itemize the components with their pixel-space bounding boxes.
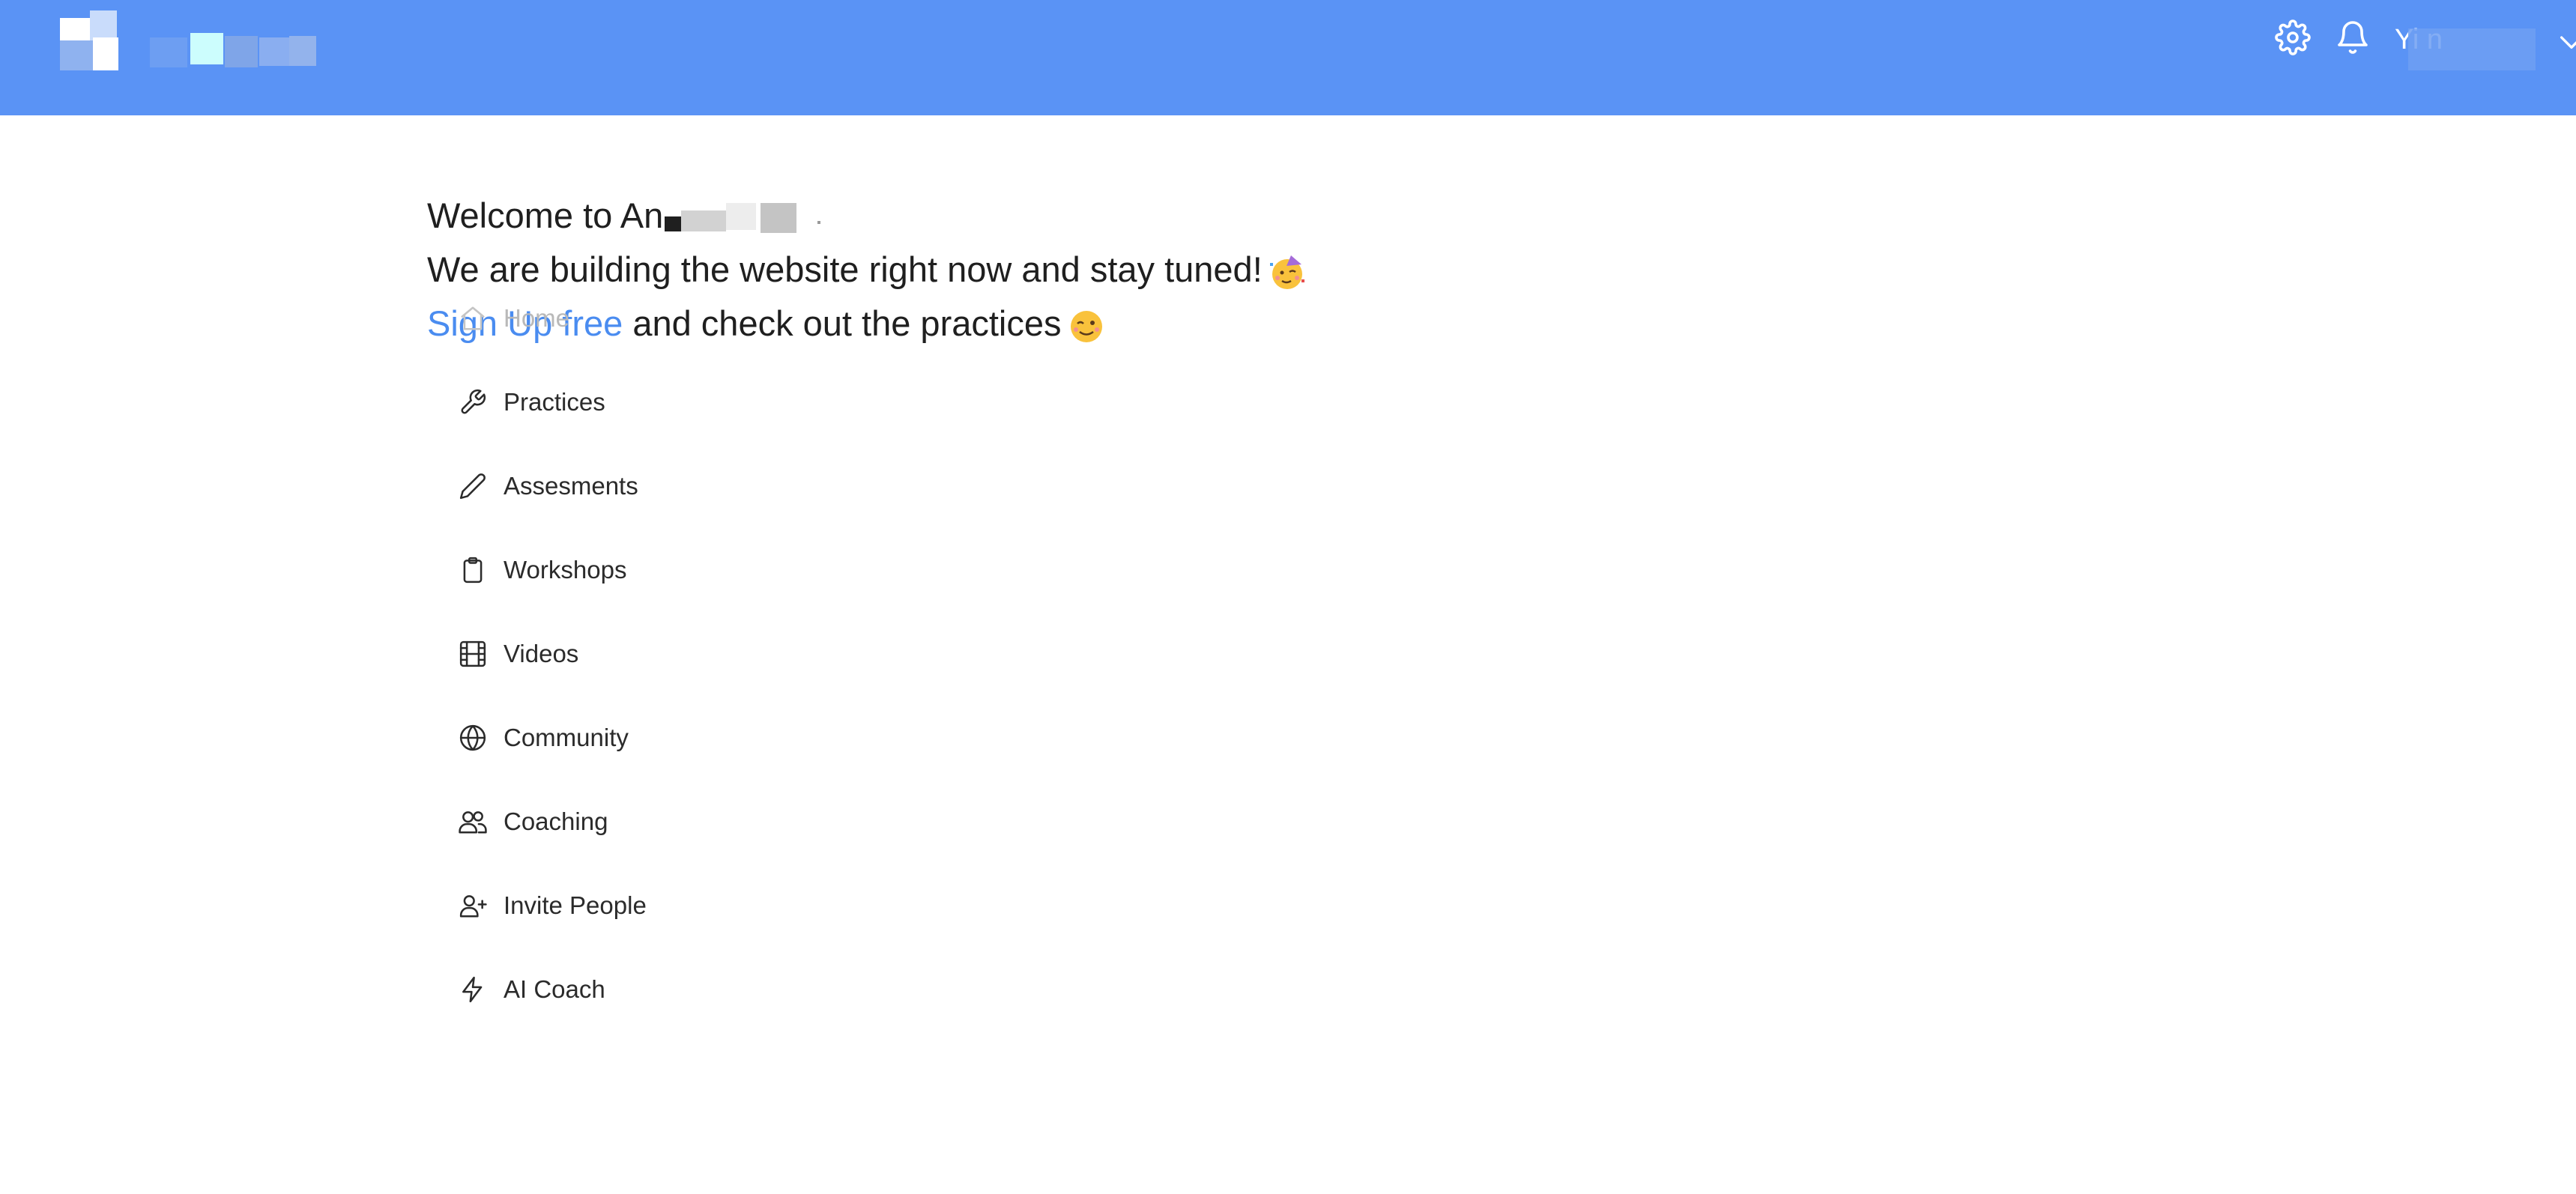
- nav-item-label: Home: [504, 304, 570, 332]
- welcome-title: Welcome to An: [427, 198, 843, 234]
- building-message-text: We are building the website right now an…: [427, 249, 1263, 289]
- nav-item-label: Invite People: [504, 891, 647, 919]
- nav-item-invite-people[interactable]: Invite People: [459, 882, 908, 927]
- nav-item-label: Videos: [504, 640, 579, 667]
- pencil-icon: [459, 472, 487, 500]
- film-icon: [459, 640, 487, 668]
- brand-name: [150, 33, 337, 70]
- wrench-icon: [459, 388, 487, 416]
- user-menu-button[interactable]: [2557, 28, 2576, 54]
- building-message: We are building the website right now an…: [427, 252, 1306, 291]
- user-plus-icon: [459, 891, 487, 920]
- nav-item-videos[interactable]: Videos: [459, 631, 908, 676]
- users-icon: [459, 807, 487, 836]
- nav-item-home[interactable]: Home: [459, 295, 908, 340]
- nav-item-assesments[interactable]: Assesments: [459, 463, 908, 508]
- nav-item-label: Practices: [504, 388, 605, 416]
- nav-item-label: Coaching: [504, 807, 608, 835]
- nav-item-label: Assesments: [504, 472, 638, 500]
- nav-item-workshops[interactable]: Workshops: [459, 547, 908, 592]
- nav-item-ai-coach[interactable]: AI Coach: [459, 966, 908, 1011]
- notifications-button[interactable]: [2335, 19, 2371, 55]
- gear-icon: [2275, 19, 2311, 55]
- settings-button[interactable]: [2275, 19, 2311, 55]
- user-name-redaction: [2408, 28, 2536, 70]
- home-icon: [459, 304, 487, 333]
- globe-icon: [459, 724, 487, 752]
- nav-item-coaching[interactable]: Coaching: [459, 798, 908, 843]
- bell-icon: [2335, 19, 2371, 55]
- nav-item-label: Workshops: [504, 556, 627, 584]
- chevron-down-icon: [2557, 28, 2576, 54]
- partying-face-emoji-icon: [1269, 254, 1306, 291]
- nav-item-practices[interactable]: Practices: [459, 379, 908, 424]
- lightning-icon: [459, 975, 487, 1004]
- app-logo-icon[interactable]: [60, 10, 132, 70]
- welcome-title-text: Welcome to An: [427, 196, 664, 235]
- winking-face-emoji-icon: [1068, 308, 1105, 345]
- nav-item-label: Community: [504, 724, 629, 751]
- top-header: Yi n: [0, 0, 2576, 115]
- nav-item-community[interactable]: Community: [459, 715, 908, 760]
- app-page: Yi n Welcome to An We are building the w…: [0, 0, 2576, 1194]
- app-name-redaction: [663, 202, 843, 234]
- clipboard-icon: [459, 556, 487, 584]
- nav-item-label: AI Coach: [504, 975, 605, 1003]
